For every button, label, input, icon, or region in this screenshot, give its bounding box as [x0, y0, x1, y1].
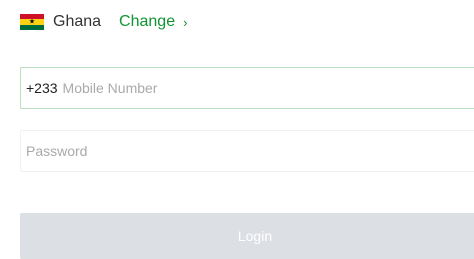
flag-star-icon: ★	[28, 18, 36, 26]
login-button[interactable]: Login	[20, 213, 474, 259]
mobile-number-input[interactable]	[57, 68, 474, 108]
mobile-number-field: +233	[20, 67, 474, 109]
country-selector: ★ Ghana Change ›	[20, 10, 187, 34]
country-code-prefix: +233	[26, 80, 58, 96]
chevron-right-icon: ›	[183, 14, 188, 30]
password-field	[20, 130, 474, 172]
change-country-link[interactable]: Change ›	[119, 13, 187, 31]
flag-band-green	[20, 24, 44, 30]
password-input[interactable]	[21, 131, 474, 171]
ghana-flag-icon: ★	[20, 14, 44, 30]
change-label: Change	[119, 13, 176, 30]
country-name: Ghana	[53, 13, 102, 30]
